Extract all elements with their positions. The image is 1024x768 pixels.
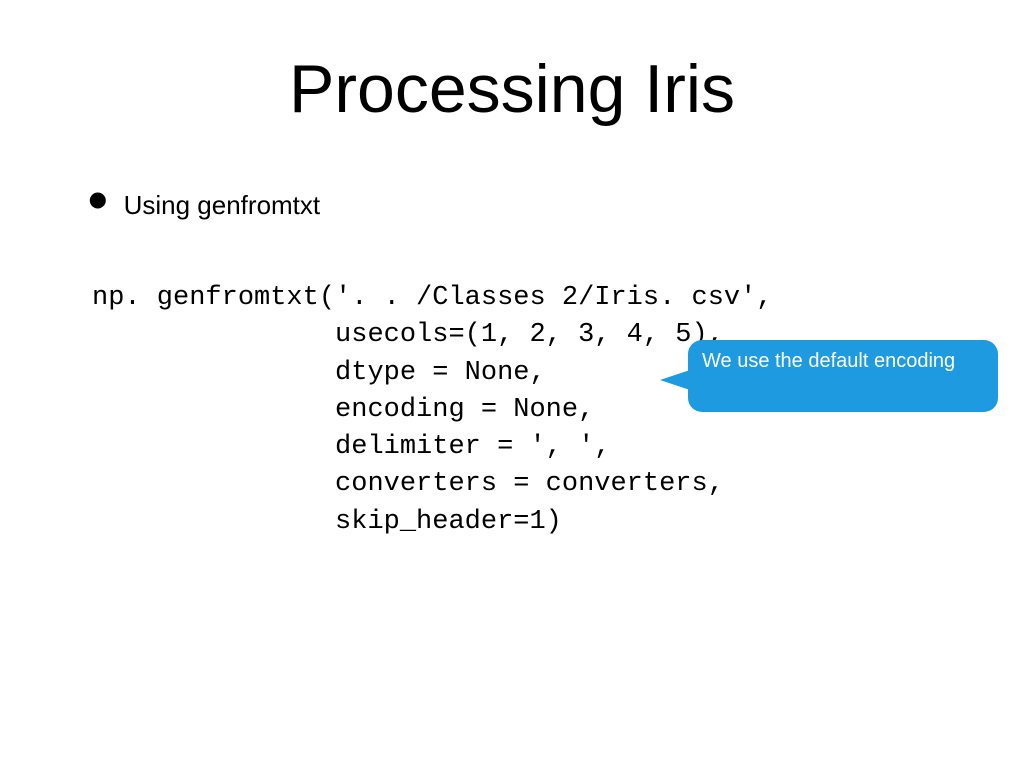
callout-text: We use the default encoding <box>702 350 955 372</box>
code-line: np. genfromtxt('. . /Classes 2/Iris. csv… <box>92 283 773 313</box>
code-line: skip_header=1) <box>92 507 562 537</box>
code-line: delimiter = ', ', <box>92 432 610 462</box>
code-line: dtype = None, <box>92 358 546 388</box>
code-line: converters = converters, <box>92 469 724 499</box>
code-line: encoding = None, <box>92 395 594 425</box>
bullet-text: Using genfromtxt <box>124 190 321 221</box>
callout-arrow-icon <box>660 370 690 390</box>
code-block: np. genfromtxt('. . /Classes 2/Iris. csv… <box>92 280 773 541</box>
annotation-callout: We use the default encoding <box>688 340 998 412</box>
slide-title: Processing Iris <box>0 0 1024 128</box>
bullet-item: • Using genfromtxt <box>88 190 320 221</box>
code-line: usecols=(1, 2, 3, 4, 5), <box>92 320 724 350</box>
